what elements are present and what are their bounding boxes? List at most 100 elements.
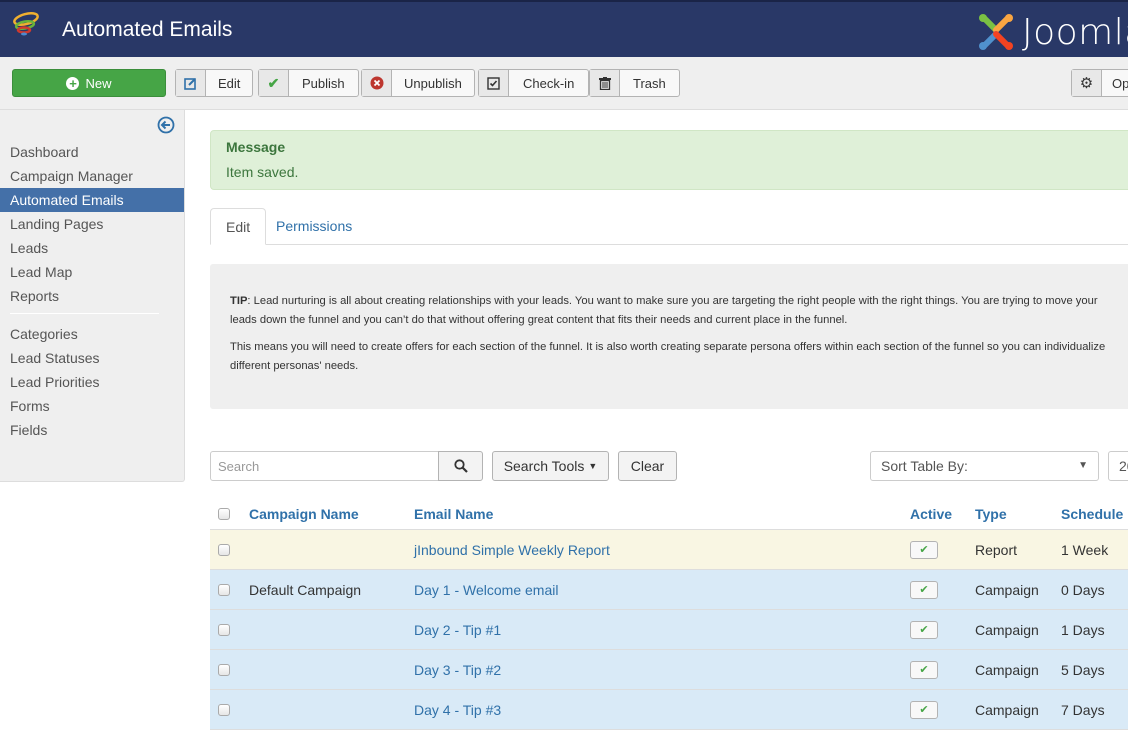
email-name-link[interactable]: Day 4 - Tip #3 [414,690,501,729]
search-tools-button[interactable]: Search Tools ▼ [492,451,609,481]
email-type: Campaign [975,701,1039,718]
active-toggle[interactable]: ✔ [910,660,938,679]
select-all-checkbox[interactable] [218,507,230,520]
check-icon: ✔ [919,704,929,716]
new-button-label: New [85,75,112,91]
email-name-link[interactable]: Day 1 - Welcome email [414,570,558,609]
sidebar-item-campaign-manager[interactable]: Campaign Manager [0,164,184,188]
tip-line-4: different personas' needs. [230,360,359,372]
trash-label: Trash [633,75,666,91]
row-checkbox[interactable] [218,543,230,556]
edit-label: Edit [218,75,241,91]
table-row: jInbound Simple Weekly Report ✔ Report 1… [210,530,1128,570]
table-header: Campaign Name Email Name Active Type Sch… [210,496,1128,530]
toolbar: + New Edit ✔ Publish Unpublish Check-in … [0,57,1128,110]
col-campaign-name[interactable]: Campaign Name [249,496,359,529]
checkin-label: Check-in [523,75,575,91]
search-button[interactable] [438,451,483,481]
sort-table-select[interactable]: Sort Table By: ▼ [870,451,1099,481]
tip-box: TIP: Lead nurturing is all about creatin… [210,264,1128,409]
col-type[interactable]: Type [975,496,1007,529]
active-toggle[interactable]: ✔ [910,700,938,719]
search-tools-label: Search Tools [503,458,585,474]
page-title: Automated Emails [62,18,233,41]
col-email-name[interactable]: Email Name [414,496,493,529]
sidebar-item-lead-statuses[interactable]: Lead Statuses [0,346,184,370]
table-row: Day 4 - Tip #3 ✔ Campaign 7 Days [210,690,1128,730]
email-name-link[interactable]: Day 2 - Tip #1 [414,610,501,649]
sidebar-item-forms[interactable]: Forms [0,394,184,418]
checkin-button[interactable]: Check-in [478,69,590,97]
unpublish-x-circle-icon [362,70,392,96]
table-row: Day 3 - Tip #2 ✔ Campaign 5 Days [210,650,1128,690]
clear-button[interactable]: Clear [618,451,677,481]
table-row: Default Campaign Day 1 - Welcome email ✔… [210,570,1128,610]
sidebar-item-fields[interactable]: Fields [0,418,184,442]
sidebar-item-lead-priorities[interactable]: Lead Priorities [0,370,184,394]
plus-circle-icon: + [66,76,80,90]
row-checkbox[interactable] [218,583,230,596]
message-heading: Message [226,139,286,155]
options-label: Op [1112,75,1128,91]
tip-line-1: : Lead nurturing is all about creating r… [247,295,1098,307]
collapse-sidebar-icon[interactable] [157,116,175,134]
sidebar: Dashboard Campaign Manager Automated Ema… [0,110,185,482]
trash-button[interactable]: Trash [589,69,680,97]
tab-edit[interactable]: Edit [210,208,267,245]
active-toggle[interactable]: ✔ [910,540,938,559]
joomla-logo[interactable]: Joomla [976,11,1128,53]
funnel-icon [13,12,39,36]
tip-paragraph-1: TIP: Lead nurturing is all about creatin… [230,292,1128,330]
check-icon: ✔ [919,624,929,636]
message-text: Item saved. [226,164,299,180]
sidebar-item-reports[interactable]: Reports [0,284,184,308]
email-schedule: 1 Days [1061,621,1105,638]
email-type: Campaign [975,581,1039,598]
tab-permissions[interactable]: Permissions [261,208,367,245]
header-bar: Automated Emails Joomla [0,0,1128,57]
caret-down-icon: ▼ [588,461,598,471]
options-button[interactable]: ⚙ Op [1071,69,1128,97]
trash-icon [590,70,620,96]
sidebar-item-automated-emails[interactable]: Automated Emails [0,188,184,212]
sidebar-item-leads[interactable]: Leads [0,236,184,260]
list-limit-select[interactable]: 20 [1108,451,1128,481]
campaign-name: Default Campaign [249,581,362,598]
tip-line-2: leads down the funnel and you can’t do t… [230,314,848,326]
email-schedule: 7 Days [1061,701,1105,718]
brand-text: Joomla [1022,11,1128,53]
email-schedule: 0 Days [1061,581,1105,598]
row-checkbox[interactable] [218,663,230,676]
row-checkbox[interactable] [218,703,230,716]
email-name-link[interactable]: jInbound Simple Weekly Report [414,530,610,569]
tip-paragraph-2: This means you will need to create offer… [230,338,1128,376]
check-icon: ✔ [919,584,929,596]
active-toggle[interactable]: ✔ [910,620,938,639]
active-toggle[interactable]: ✔ [910,580,938,599]
search-input[interactable] [210,451,439,481]
checkbox-icon [479,70,509,96]
joomla-icon [979,14,1013,50]
success-message: Message Item saved. [210,130,1128,190]
emails-table: Campaign Name Email Name Active Type Sch… [210,496,1128,730]
email-name-link[interactable]: Day 3 - Tip #2 [414,650,501,689]
email-type: Campaign [975,621,1039,638]
row-checkbox[interactable] [218,623,230,636]
gear-icon: ⚙ [1072,70,1102,96]
email-type: Campaign [975,661,1039,678]
new-button[interactable]: + New [12,69,166,97]
sidebar-item-lead-map[interactable]: Lead Map [0,260,184,284]
table-row: Day 2 - Tip #1 ✔ Campaign 1 Days [210,610,1128,650]
col-schedule[interactable]: Schedule [1061,496,1123,529]
sidebar-item-landing-pages[interactable]: Landing Pages [0,212,184,236]
unpublish-label: Unpublish [404,75,462,91]
sort-select-value: Sort Table By: [881,458,968,474]
sidebar-item-categories[interactable]: Categories [0,322,184,346]
publish-button[interactable]: ✔ Publish [258,69,359,97]
email-schedule: 5 Days [1061,661,1105,678]
check-icon: ✔ [919,544,929,556]
col-active[interactable]: Active [910,496,952,529]
edit-button[interactable]: Edit [175,69,254,97]
sidebar-item-dashboard[interactable]: Dashboard [0,140,184,164]
unpublish-button[interactable]: Unpublish [361,69,475,97]
